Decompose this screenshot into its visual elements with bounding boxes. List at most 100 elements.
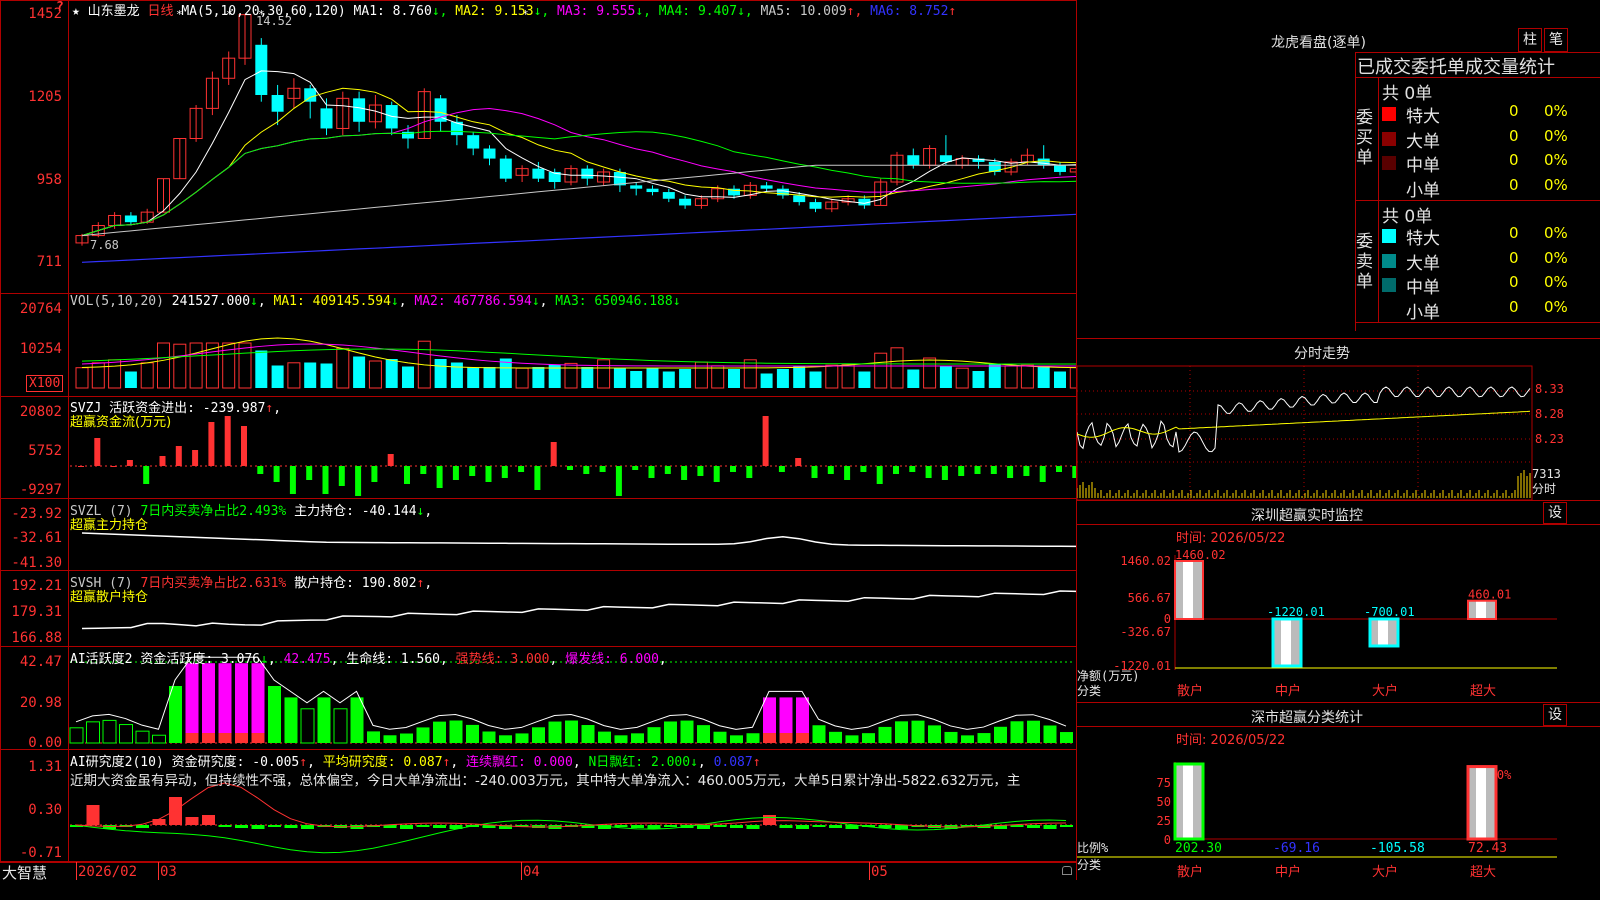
ai2-bar-base — [251, 733, 265, 743]
ai2-bar — [466, 724, 479, 743]
monitor-y-tick: -326.67 — [1120, 625, 1171, 639]
candle-body — [907, 155, 920, 166]
ai2-bar — [317, 697, 331, 743]
svzj-bar — [518, 466, 525, 472]
air-bar — [218, 825, 232, 827]
orderbook-row-volume: 0 — [1509, 273, 1519, 291]
ai2-bar — [862, 733, 875, 743]
stroke-mode-button[interactable]: 笔 — [1544, 28, 1568, 52]
category-y-tick: 25 — [1157, 814, 1171, 828]
vol-bar — [532, 367, 545, 388]
svzj-bar — [778, 466, 785, 472]
monitor-bar-highlight — [1378, 619, 1388, 646]
ai2-bar — [680, 720, 694, 743]
x-axis-label: 05 — [871, 864, 888, 880]
ai2-bar-base — [235, 733, 248, 743]
ai2-bar — [697, 725, 710, 743]
svzj-bar — [192, 450, 199, 466]
air-bar — [400, 825, 413, 829]
lock-icon[interactable] — [1062, 866, 1072, 875]
air-bar — [796, 825, 809, 829]
svzj-bar — [78, 466, 84, 467]
monitor-chart[interactable]: 1460.02 566.67 0-326.67 -1220.01 净额(万元)分类 146… — [1077, 540, 1600, 702]
category-settings-button[interactable]: 设 — [1543, 704, 1567, 726]
category-value-label: -105.58 — [1370, 841, 1425, 856]
sub-y-tick: -0.71 — [19, 845, 62, 861]
buy-count: 共 0单 — [1382, 84, 1433, 104]
svzj-bar — [436, 466, 443, 488]
svzj-bar — [485, 466, 492, 482]
main-y-tick: 711 — [36, 254, 62, 270]
vol-ma3-line — [81, 348, 1077, 365]
x-axis-label: 2026/02 — [78, 864, 138, 880]
svzj-bar — [941, 466, 948, 480]
sub-y-tick: 179.31 — [11, 604, 62, 620]
vol-bar — [1054, 371, 1066, 388]
candle-body — [124, 215, 137, 223]
vol-bar — [434, 359, 447, 388]
sub-y-tick: 0.30 — [28, 802, 62, 818]
air-bar — [169, 797, 182, 825]
chart-canvas[interactable]: * * * * — [0, 0, 1077, 880]
svzj-bar — [599, 466, 606, 472]
vol-ma2-line — [81, 343, 1077, 367]
orderbook-row: 小单 0 0% — [1378, 176, 1598, 201]
brand-logo: 大智慧 — [2, 864, 48, 882]
vol-bar — [124, 371, 137, 388]
ai2-title: AI活跃度2 — [70, 652, 133, 667]
candle-body — [581, 168, 594, 179]
ai2-bar — [499, 735, 512, 743]
color-swatch — [1382, 229, 1396, 243]
period-label[interactable]: 日线 — [148, 4, 174, 19]
monitor-value-label: -1220.01 — [1267, 605, 1325, 619]
ai2-bar — [367, 731, 380, 743]
ai2-bar — [69, 727, 84, 744]
monitor-y-tick: 566.67 — [1128, 591, 1171, 605]
svzj-bar — [452, 466, 459, 480]
ai2-bar — [300, 708, 315, 744]
candle-body — [809, 202, 822, 209]
orderbook-row: 小单 0 0% — [1378, 298, 1598, 323]
category-chart[interactable]: 7550250比例%分类+0.10%202.30散户-69.16中户-105.5… — [1077, 744, 1600, 880]
svzj-bar — [632, 466, 639, 470]
svzj-bar — [615, 466, 622, 496]
vol-bar — [793, 366, 806, 388]
x-axis-tick — [158, 862, 159, 880]
orderbook-row-percent: 0% — [1544, 126, 1568, 145]
ai2-bar-base — [779, 733, 793, 743]
vol-bar — [157, 342, 170, 389]
ai2-bar — [333, 708, 348, 744]
ai2-bar — [1043, 725, 1057, 743]
ai2-header: AI活跃度2 资金活跃度: 3.076↓, 42.475, 生命线: 1.560… — [70, 652, 667, 667]
ai-research-summary: 近期大资金虽有异动，但持续性不强，总体偏空，今日大单净流出：-240.003万元… — [70, 773, 1021, 789]
svzj-bar — [893, 466, 899, 474]
orderbook-row-name: 大单 — [1406, 131, 1440, 152]
monitor-settings-button[interactable]: 设 — [1543, 502, 1567, 524]
vol-bar — [483, 367, 496, 388]
ai2-bar — [878, 726, 892, 743]
svzj-bar — [371, 466, 378, 482]
x-axis-tick — [76, 862, 77, 880]
column-mode-button[interactable]: 柱 — [1518, 28, 1542, 52]
monitor-value-label: 1460.02 — [1175, 548, 1226, 562]
star-icon[interactable]: ★ — [72, 4, 80, 19]
svzj-bar — [909, 466, 916, 472]
ma-legend-item: MA1: 8.760 — [353, 4, 432, 19]
ai2-bar — [812, 725, 826, 743]
orderbook-mid-divider — [1355, 200, 1600, 201]
candle-body — [532, 168, 545, 179]
monitor-category-label: 中户 — [1275, 683, 1301, 699]
sell-side-label: 委卖单 — [1356, 232, 1373, 292]
air-bar — [268, 825, 281, 827]
ai2-bar — [152, 734, 166, 744]
air-bar — [779, 825, 793, 828]
ai2-bar — [515, 733, 529, 743]
air-bar — [1027, 825, 1040, 828]
category-y-tick: 75 — [1157, 776, 1171, 790]
intraday-avg-line — [1077, 410, 1531, 438]
air-bar — [664, 825, 677, 827]
orderbook-row-percent: 0% — [1544, 273, 1568, 291]
monitor-bar-highlight — [1476, 600, 1486, 619]
intraday-chart[interactable]: 8.33 8.28 8.23 7313分时 — [1077, 362, 1600, 500]
sub-y-tick: -41.30 — [11, 555, 62, 571]
